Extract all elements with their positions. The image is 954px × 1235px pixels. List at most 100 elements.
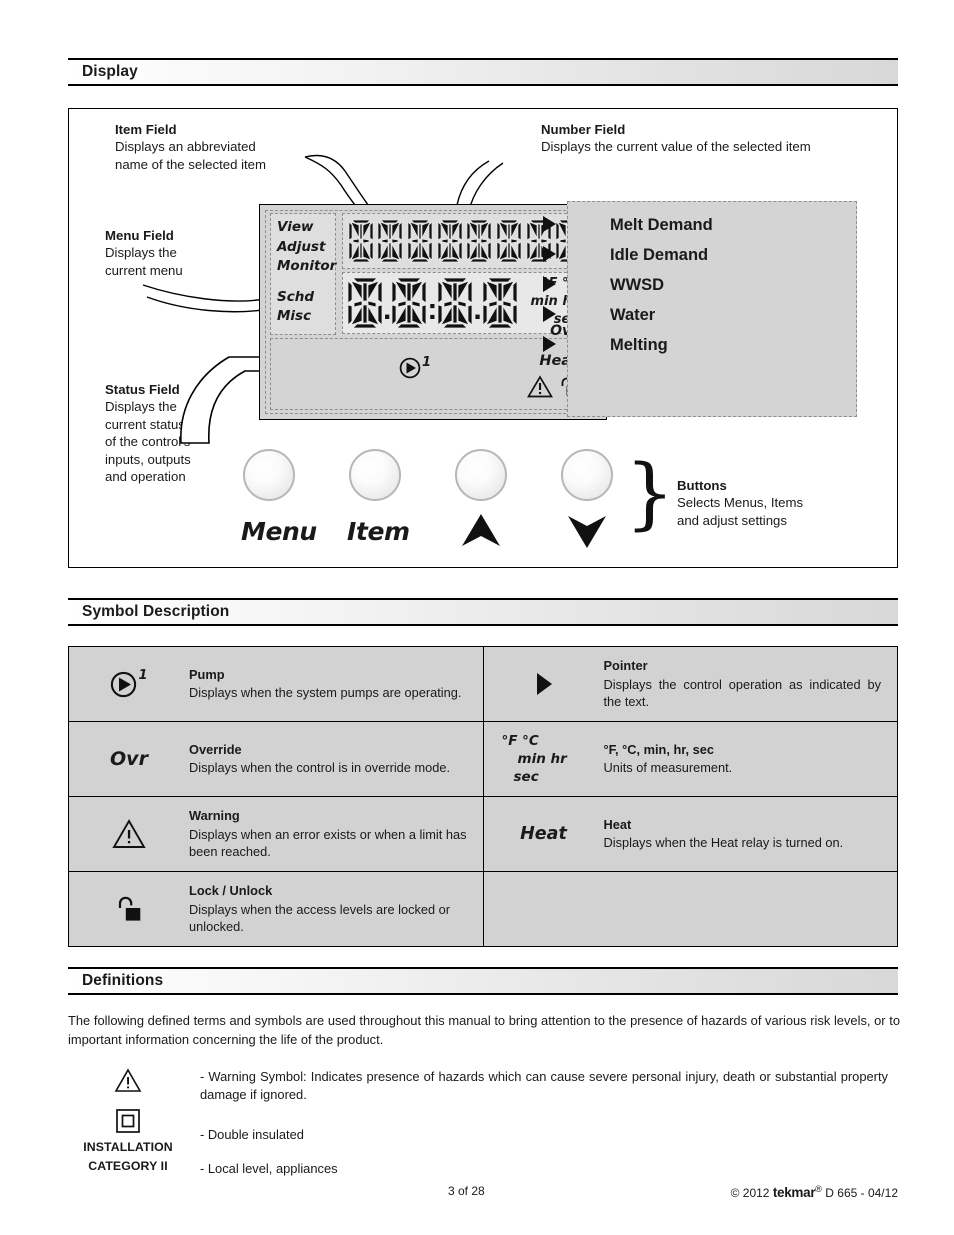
definition-text: - Warning Symbol: Indicates presence of … xyxy=(200,1069,888,1102)
table-row: 1 Pump Displays when the system pumps ar… xyxy=(68,646,898,722)
pointer-icon xyxy=(543,276,556,292)
button-up-circle[interactable] xyxy=(455,449,507,501)
pointer-cell xyxy=(531,239,567,269)
annotation-number-field-title: Number Field xyxy=(541,122,626,137)
segment-char xyxy=(407,219,433,263)
colon-separator: : xyxy=(427,293,438,326)
annotation-status-field-title: Status Field xyxy=(105,382,180,397)
arrow-up-icon xyxy=(462,514,500,546)
annotation-menu-field-line2: current menu xyxy=(105,262,183,278)
page-number: 3 of 28 xyxy=(448,1184,485,1198)
annotation-buttons-line2: and adjust settings xyxy=(677,512,787,528)
symbol-icon-cell: Heat xyxy=(484,816,604,852)
copyright-prefix: © 2012 xyxy=(730,1186,773,1200)
table-cell-empty xyxy=(482,871,898,947)
heat-text-icon: Heat xyxy=(520,824,567,844)
symbol-icon-cell xyxy=(69,886,189,932)
document-page: Display Item Field Displays an abbreviat… xyxy=(0,0,954,1235)
symbol-description: Displays when the system pumps are opera… xyxy=(189,685,462,701)
annotation-item-field: Item Field Displays an abbreviated name … xyxy=(115,121,266,173)
section-header-symbol-description: Symbol Description xyxy=(68,598,898,626)
status-indicator-idle-demand: Idle Demand xyxy=(568,240,856,270)
annotation-menu-field-title: Menu Field xyxy=(105,228,174,243)
segment-char xyxy=(466,219,492,263)
table-cell-pointer: Pointer Displays the control operation a… xyxy=(482,646,898,722)
symbol-term: Pointer xyxy=(603,658,648,674)
annotation-menu-field: Menu Field Displays the current menu xyxy=(105,227,183,279)
installation-category-line1: INSTALLATION xyxy=(83,1140,173,1154)
pointer-cell xyxy=(531,329,567,359)
status-label: Idle Demand xyxy=(610,245,709,264)
annotation-status-field-line5: and operation xyxy=(105,469,186,484)
table-cell-units: °F °C min hr sec °F, °C, min, hr, sec Un… xyxy=(482,721,898,797)
pointer-cell xyxy=(531,209,567,239)
symbol-icon-cell: °F °C min hr sec xyxy=(484,724,604,794)
symbol-description-table: 1 Pump Displays when the system pumps ar… xyxy=(68,646,898,947)
annotation-item-field-line1: Displays an abbreviated xyxy=(115,139,256,154)
definition-icon-cell: INSTALLATION CATEGORY II xyxy=(68,1138,188,1178)
pointer-icon xyxy=(543,216,556,232)
status-pointer-column xyxy=(531,201,567,417)
pump-icon xyxy=(111,671,137,697)
symbol-term: °F, °C, min, hr, sec xyxy=(603,741,715,757)
units-line-sec: sec xyxy=(513,769,539,785)
pump-index-label: 1 xyxy=(422,355,432,370)
document-code: D 665 - 04/12 xyxy=(821,1186,898,1200)
table-row: Warning Displays when an error exists or… xyxy=(68,796,898,872)
segment-digit xyxy=(391,277,427,329)
table-cell-lock-unlock: Lock / Unlock Displays when the access l… xyxy=(68,871,484,947)
status-label: Water xyxy=(610,305,656,324)
annotation-menu-field-line1: Displays the xyxy=(105,245,177,260)
button-menu-circle[interactable] xyxy=(243,449,295,501)
symbol-icon-cell: Ovr xyxy=(69,740,189,778)
copyright-line: © 2012 tekmar® D 665 - 04/12 xyxy=(731,1184,898,1200)
pump-index-label: 1 xyxy=(138,667,148,683)
buttons-brace: } xyxy=(625,449,675,539)
symbol-term: Lock / Unlock xyxy=(189,883,273,899)
segment-digit xyxy=(437,277,473,329)
table-row: Ovr Override Displays when the control i… xyxy=(68,721,898,797)
annotation-status-field-line3: of the control's xyxy=(105,434,191,449)
button-down-arrow xyxy=(559,513,615,554)
button-down[interactable] xyxy=(559,449,615,554)
annotation-item-field-line2: name of the selected item xyxy=(115,156,267,172)
section-header-display: Display xyxy=(68,58,898,86)
table-row: Lock / Unlock Displays when the access l… xyxy=(68,871,898,947)
symbol-icon-cell xyxy=(484,664,604,704)
segment-char xyxy=(348,219,374,263)
status-label: WWSD xyxy=(610,275,665,294)
annotation-number-field-line1: Displays the current value of the select… xyxy=(541,139,811,154)
annotation-buttons: Buttons Selects Menus, Items and adjust … xyxy=(677,477,803,529)
definition-entry-warning: - Warning Symbol: Indicates presence of … xyxy=(68,1068,900,1104)
symbol-description: Displays when the control is in override… xyxy=(189,760,451,776)
button-down-circle[interactable] xyxy=(561,449,613,501)
definition-icon-cell xyxy=(68,1068,188,1104)
status-indicator-melting: Melting xyxy=(568,330,856,360)
symbol-term: Override xyxy=(189,741,242,757)
button-item[interactable]: Item xyxy=(347,449,410,546)
button-item-circle[interactable] xyxy=(349,449,401,501)
section-title-symbol-description: Symbol Description xyxy=(82,603,230,620)
pointer-icon xyxy=(536,673,552,695)
pointer-icon xyxy=(543,336,556,352)
definition-text: - Local level, appliances xyxy=(200,1161,338,1176)
definitions-intro: The following defined terms and symbols … xyxy=(68,1013,900,1047)
lcd-menu-item-schd: Schd xyxy=(277,288,314,305)
button-menu[interactable]: Menu xyxy=(241,449,317,546)
warning-triangle-icon xyxy=(112,819,146,848)
table-cell-heat: Heat Heat Displays when the Heat relay i… xyxy=(482,796,898,872)
brand-name: tekmar xyxy=(772,1185,816,1200)
button-up[interactable] xyxy=(453,449,509,554)
section-title-definitions: Definitions xyxy=(82,972,164,989)
button-menu-label: Menu xyxy=(241,517,317,546)
pointer-cell xyxy=(531,299,567,329)
annotation-status-field: Status Field Displays the current status… xyxy=(105,381,191,486)
status-indicator-wwsd: WWSD xyxy=(568,270,856,300)
lcd-menu-item-adjust: Adjust xyxy=(277,238,326,255)
double-insulated-icon xyxy=(116,1109,140,1133)
installation-category-line2: CATEGORY II xyxy=(88,1159,168,1173)
unlock-icon xyxy=(118,896,141,921)
annotation-status-field-line2: current status xyxy=(105,416,185,432)
definition-entry-installation-category: INSTALLATION CATEGORY II - Local level, … xyxy=(68,1138,900,1178)
pointer-icon xyxy=(543,306,556,322)
